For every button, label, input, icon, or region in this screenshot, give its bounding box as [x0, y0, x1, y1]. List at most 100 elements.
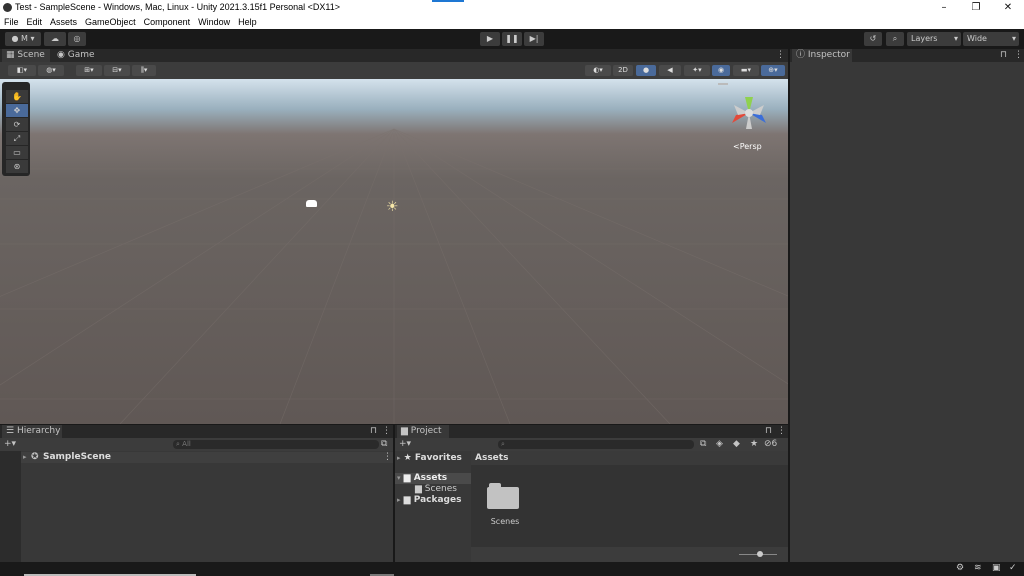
effects-dropdown[interactable]: ◐▾ — [585, 65, 611, 76]
create-button[interactable]: +▾ — [4, 438, 16, 451]
sun-light-icon[interactable]: ☀ — [386, 200, 399, 214]
hierarchy-menu-button[interactable]: ⋮ — [382, 425, 391, 438]
lighting-toggle[interactable]: ● — [636, 65, 656, 76]
packages-item[interactable]: ▸ ▆ Packages — [397, 495, 461, 506]
rotate-tool-button[interactable]: ⟳ — [6, 118, 28, 131]
project-search-input[interactable]: ⌕ — [498, 440, 694, 449]
draw-mode-dropdown[interactable]: ◧▾ — [8, 65, 36, 76]
tab-scene[interactable]: ▦ Scene — [2, 49, 50, 62]
close-button[interactable]: ✕ — [992, 0, 1024, 16]
scenes-item[interactable]: ▆ Scenes — [415, 484, 457, 495]
project-content: Assets Scenes — [471, 451, 788, 562]
menu-edit[interactable]: Edit — [23, 16, 47, 29]
pivot-dropdown[interactable]: ◍▾ — [38, 65, 64, 76]
create-button[interactable]: +▾ — [399, 438, 411, 451]
assets-item[interactable]: ▾ ▆ Assets — [395, 473, 471, 484]
play-button[interactable]: ▶ — [480, 32, 500, 46]
grid-snap-dropdown[interactable]: ⊞▾ — [76, 65, 102, 76]
favorites-label: Favorites — [414, 453, 462, 463]
hand-tool-button[interactable]: ✋ — [6, 90, 28, 103]
favorite-button[interactable]: ★ — [750, 438, 758, 451]
camera-gizmo-icon[interactable] — [306, 200, 317, 207]
account-dropdown[interactable]: ● M ▾ — [5, 32, 41, 46]
lock-button[interactable]: ⊓ — [1000, 49, 1007, 62]
tab-game-label: Game — [67, 50, 95, 60]
audio-toggle[interactable]: ◀ — [659, 65, 681, 76]
rect-tool-button[interactable]: ▭ — [6, 146, 28, 159]
project-menu-button[interactable]: ⋮ — [777, 425, 786, 438]
transform-icon: ⊛ — [13, 162, 21, 171]
persp-label[interactable]: <Persp — [733, 142, 762, 151]
menu-help[interactable]: Help — [234, 16, 261, 29]
layout-dropdown[interactable]: Wide ▾ — [963, 32, 1019, 46]
lock-button[interactable]: ⊓ — [370, 425, 377, 438]
taskbar-indicator — [432, 0, 464, 2]
folder-label: Scenes — [490, 517, 520, 526]
step-button[interactable]: ▶| — [524, 32, 544, 46]
visibility-toggle[interactable]: ◉ — [712, 65, 730, 76]
transform-tool-button[interactable]: ⊛ — [6, 160, 28, 173]
orientation-gizmo-icon[interactable] — [724, 91, 774, 135]
tab-game[interactable]: ◉ Game — [54, 49, 100, 62]
expand-arrow-icon[interactable]: ▸ — [397, 496, 401, 504]
maximize-button[interactable]: ❐ — [960, 0, 992, 16]
kebab-icon: ⋮ — [776, 50, 785, 60]
tab-project[interactable]: ▆ Project — [397, 425, 449, 438]
move-tool-button[interactable]: ✥ — [6, 104, 28, 117]
render-icon[interactable]: ▣ — [992, 563, 1001, 573]
grid-icon: ▦ — [6, 50, 15, 60]
scene-toolbar: ◧▾ ◍▾ ⊞▾ ⊟▾ ⫼▾ ◐▾ 2D ● ◀ ✦▾ ◉ ▬▾ ⊕▾ — [0, 62, 788, 79]
minimize-button[interactable]: – — [928, 0, 960, 16]
collab-button[interactable]: ◎ — [68, 32, 86, 46]
hierarchy-search-input[interactable]: ⌕ All — [173, 440, 379, 449]
menu-component[interactable]: Component — [140, 16, 195, 29]
scene-menu-button[interactable]: ⋮ — [383, 452, 392, 463]
lock-icon: ⊓ — [370, 426, 378, 436]
tab-hierarchy[interactable]: ☰ Hierarchy — [2, 425, 62, 438]
expand-arrow-icon[interactable]: ▸ — [23, 452, 27, 463]
scene-viewport[interactable]: ✋ ✥ ⟳ ⤢ ▭ ⊛ <Persp ☀ — [0, 79, 788, 424]
menu-gameobject[interactable]: GameObject — [81, 16, 140, 29]
pause-button[interactable]: ❚❚ — [502, 32, 522, 46]
toggle-2d-button[interactable]: 2D — [613, 65, 633, 76]
list-icon: ☰ — [6, 426, 15, 436]
menu-window[interactable]: Window — [194, 16, 234, 29]
favorites-item[interactable]: ▸ ★ Favorites — [397, 453, 462, 464]
gizmo-handle[interactable] — [718, 83, 728, 85]
layers-dropdown[interactable]: Layers ▾ — [907, 32, 961, 46]
breadcrumb[interactable]: Assets — [471, 451, 788, 465]
collapse-arrow-icon[interactable]: ▾ — [397, 474, 401, 482]
gizmos-dropdown[interactable]: ⊕▾ — [761, 65, 785, 76]
cloud-button[interactable]: ☁ — [44, 32, 66, 46]
expand-arrow-icon[interactable]: ▸ — [397, 454, 401, 462]
scene-visibility-button[interactable]: ⧉ — [381, 438, 387, 451]
lock-icon: ⊓ — [1000, 50, 1008, 60]
undo-history-button[interactable]: ↺ — [864, 32, 882, 46]
inspector-tabbar: ⓘ Inspector ⊓ ⋮ — [790, 49, 1024, 62]
cache-icon[interactable]: ≋ — [974, 563, 982, 573]
menu-file[interactable]: File — [0, 16, 23, 29]
search-button[interactable]: ⌕ — [886, 32, 904, 46]
camera-dropdown[interactable]: ▬▾ — [733, 65, 759, 76]
slider-thumb[interactable] — [757, 551, 763, 557]
type-filter-button[interactable]: ◈ — [716, 438, 723, 451]
search-scope-button[interactable]: ⧉ — [700, 438, 706, 451]
lock-button[interactable]: ⊓ — [765, 425, 772, 438]
menu-assets[interactable]: Assets — [46, 16, 81, 29]
inspector-menu-button[interactable]: ⋮ — [1014, 49, 1023, 62]
fx-dropdown[interactable]: ✦▾ — [684, 65, 710, 76]
scene-row[interactable]: ▸ ✪ SampleScene ⋮ — [21, 452, 393, 463]
grid-dropdown[interactable]: ⊟▾ — [104, 65, 130, 76]
scale-tool-button[interactable]: ⤢ — [6, 132, 28, 145]
unity-logo-icon — [3, 3, 12, 12]
label-filter-button[interactable]: ◆ — [733, 438, 740, 451]
increment-snap-dropdown[interactable]: ⫼▾ — [132, 65, 156, 76]
debug-icon[interactable]: ⚙ — [956, 563, 964, 573]
scene-menu-button[interactable]: ⋮ — [776, 49, 785, 62]
tab-inspector[interactable]: ⓘ Inspector — [792, 49, 852, 62]
check-icon[interactable]: ✓ — [1009, 563, 1017, 573]
folder-icon: ▆ — [415, 484, 422, 494]
scenes-folder-tile[interactable] — [487, 481, 521, 509]
scenes-label: Scenes — [424, 484, 457, 494]
hidden-packages-toggle[interactable]: ⊘6 — [764, 438, 777, 451]
